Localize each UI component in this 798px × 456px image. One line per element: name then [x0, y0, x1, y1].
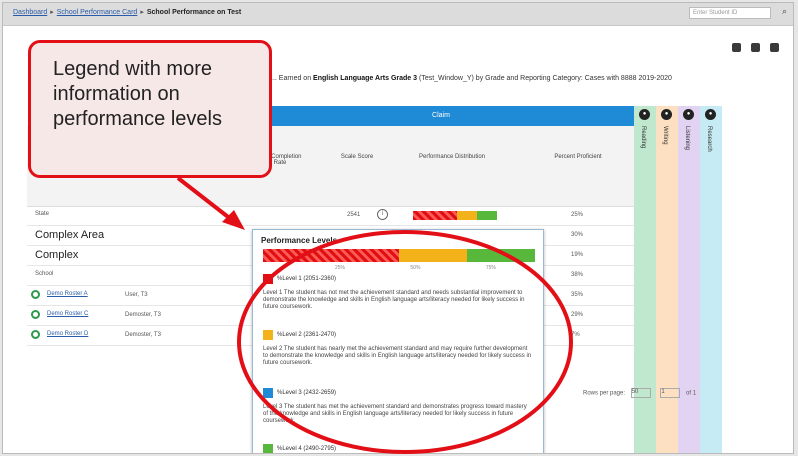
download-icon[interactable]	[732, 43, 741, 52]
percent-proficient: 38%	[571, 272, 584, 278]
levels-bar	[263, 249, 535, 262]
claim-column-reading: ● Reading	[634, 106, 656, 453]
magnifier-icon[interactable]	[31, 290, 40, 299]
row-name: Complex Area	[35, 229, 105, 241]
magnifier-icon[interactable]	[31, 330, 40, 339]
claim-column-research: ● Research	[700, 106, 722, 453]
magnifier-icon[interactable]	[31, 310, 40, 319]
performance-levels-popup: Performance Levels 25% 50% 75% %Level 1 …	[252, 229, 544, 453]
toolbar	[732, 43, 779, 52]
row-name: Complex	[35, 249, 79, 261]
level-1-swatch	[263, 274, 273, 284]
toggle-icon[interactable]: ●	[661, 109, 672, 120]
toggle-icon[interactable]: ●	[705, 109, 716, 120]
header-distribution[interactable]: Performance Distribution	[407, 154, 497, 160]
percent-proficient: 25%	[571, 212, 584, 218]
claim-column-writing: ● Writing	[656, 106, 678, 453]
level-3-swatch	[263, 388, 273, 398]
header-scale-score[interactable]: Scale Score	[327, 154, 387, 160]
print-icon[interactable]	[770, 43, 779, 52]
breadcrumb-performance-card[interactable]: School Performance Card	[57, 9, 138, 16]
level-4-swatch	[263, 444, 273, 453]
pagination: Rows per page: 50 1 of 1	[583, 388, 697, 398]
claim-column-listening: ● Listening	[678, 106, 700, 453]
callout-box: Legend with more information on performa…	[28, 40, 272, 178]
levels-ticks: 25% 50% 75%	[335, 265, 496, 271]
scale-score: 2541	[347, 212, 361, 218]
percent-proficient: 7%	[571, 332, 580, 338]
top-bar: Dashboard ▸ School Performance Card ▸ School…	[3, 3, 793, 26]
level-2-swatch	[263, 330, 273, 340]
roster-link[interactable]: Demo Roster D	[47, 331, 88, 337]
claim-header: Claim	[241, 106, 641, 126]
percent-proficient: 19%	[571, 252, 584, 258]
table-row: State 2541 i 25%	[27, 206, 641, 226]
percent-proficient: 30%	[571, 232, 584, 238]
search-icon[interactable]: ⌕	[782, 6, 787, 17]
toggle-icon[interactable]: ●	[683, 109, 694, 120]
header-percent-proficient[interactable]: Percent Proficient	[543, 154, 613, 160]
level-2: %Level 2 (2361-2470) Level 2 The student…	[263, 330, 532, 366]
percent-proficient: 35%	[571, 292, 584, 298]
level-3: %Level 3 (2432-2659) Level 3 The student…	[263, 388, 527, 424]
claim-columns: ● Reading ● Writing ● Listening ● Research	[634, 106, 722, 453]
roster-link[interactable]: Demo Roster A	[47, 291, 88, 297]
row-name: State	[35, 211, 50, 217]
level-4: %Level 4 (2490-2795)	[263, 444, 533, 453]
search-input[interactable]: Enter Student ID	[689, 7, 771, 19]
level-1: %Level 1 (2051-2360) Level 1 The student…	[263, 274, 525, 310]
report-title: ... Earned on English Language Arts Grad…	[271, 75, 672, 82]
performance-distribution-bar	[413, 211, 497, 220]
teacher-name: Demoster, T3	[125, 312, 161, 318]
toggle-icon[interactable]: ●	[639, 109, 650, 120]
breadcrumb-current: School Performance on Test	[146, 9, 242, 16]
breadcrumb-dashboard[interactable]: Dashboard	[13, 9, 47, 16]
rows-per-page-select[interactable]: 50	[630, 388, 651, 398]
page-input[interactable]: 1	[660, 388, 681, 398]
export-icon[interactable]	[751, 43, 760, 52]
teacher-name: User, T3	[125, 292, 148, 298]
percent-proficient: 29%	[571, 312, 584, 318]
info-icon[interactable]: i	[377, 209, 388, 220]
roster-link[interactable]: Demo Roster C	[47, 311, 88, 317]
teacher-name: Demoster, T3	[125, 332, 161, 338]
breadcrumb: Dashboard ▸ School Performance Card ▸ School…	[13, 9, 242, 16]
popup-title: Performance Levels	[261, 236, 338, 245]
row-name: School	[35, 271, 54, 277]
